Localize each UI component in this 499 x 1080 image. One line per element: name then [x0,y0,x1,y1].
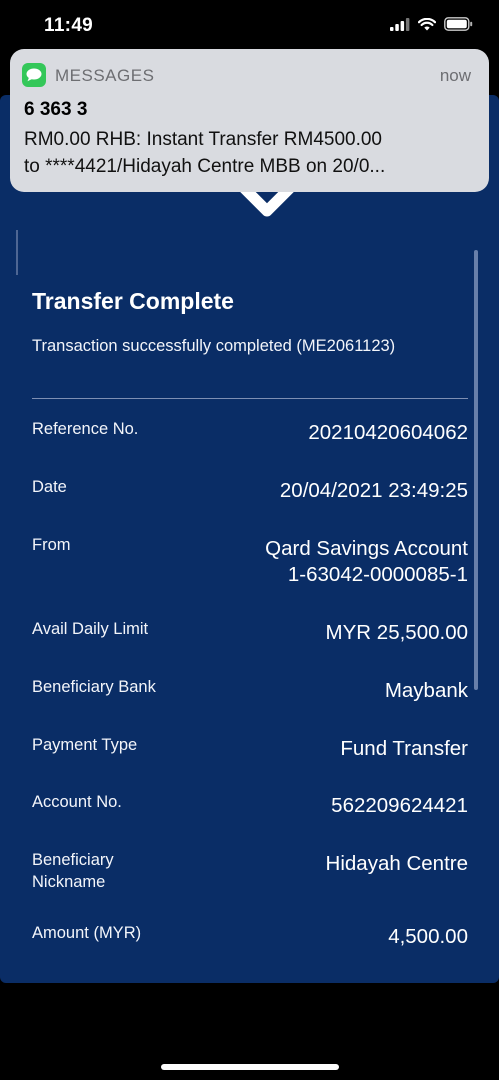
detail-value: Qard Savings Account 1-63042-0000085-1 [265,536,468,588]
detail-label-line2: Nickname [32,873,106,891]
detail-label: Account No. [32,793,122,811]
status-icons [390,17,473,31]
detail-value: 20/04/2021 23:49:25 [279,479,468,502]
message-notification[interactable]: MESSAGES now 6 363 3 RM0.00 RHB: Instant… [10,49,489,192]
detail-value: 562209624421 [331,794,468,817]
scroll-edge [16,230,18,275]
from-account-name: Qard Savings Account [265,537,468,560]
detail-value: 20210420604062 [308,421,468,444]
status-bar: 11:49 [0,0,499,50]
detail-value: 4,500.00 [388,925,468,948]
detail-label: Payment Type [32,736,138,754]
battery-icon [444,17,473,31]
status-time: 11:49 [44,15,94,36]
page-title: Transfer Complete [32,288,234,314]
cellular-signal-icon [390,17,410,31]
notification-body: RM0.00 RHB: Instant Transfer RM4500.00 t… [24,126,484,180]
from-account-number: 1-63042-0000085-1 [287,563,468,586]
notification-sender: 6 363 3 [24,99,88,120]
wifi-icon [418,17,436,30]
detail-value: Maybank [384,679,468,702]
divider [32,398,468,399]
detail-value: MYR 25,500.00 [325,621,468,644]
notification-line-2: to ****4421/Hidayah Centre MBB on 20/0..… [24,156,386,177]
detail-label: Avail Daily Limit [32,620,149,638]
detail-value: Fund Transfer [340,737,468,760]
detail-label: Beneficiary Nickname [32,849,114,893]
scrollbar[interactable] [474,250,478,690]
detail-label: Date [32,478,67,496]
notification-time: now [439,66,471,85]
messages-icon [22,63,46,87]
home-indicator[interactable] [161,1064,339,1070]
status-message: Transaction successfully completed (ME20… [32,337,396,355]
detail-value: Hidayah Centre [325,852,468,875]
detail-label-line1: Beneficiary [32,851,114,869]
notification-app-name: MESSAGES [55,66,155,85]
detail-label: Reference No. [32,420,139,438]
detail-label: From [32,536,71,554]
detail-label: Beneficiary Bank [32,678,156,696]
detail-label: Amount (MYR) [32,924,142,942]
notification-line-1: RM0.00 RHB: Instant Transfer RM4500.00 [24,129,382,150]
